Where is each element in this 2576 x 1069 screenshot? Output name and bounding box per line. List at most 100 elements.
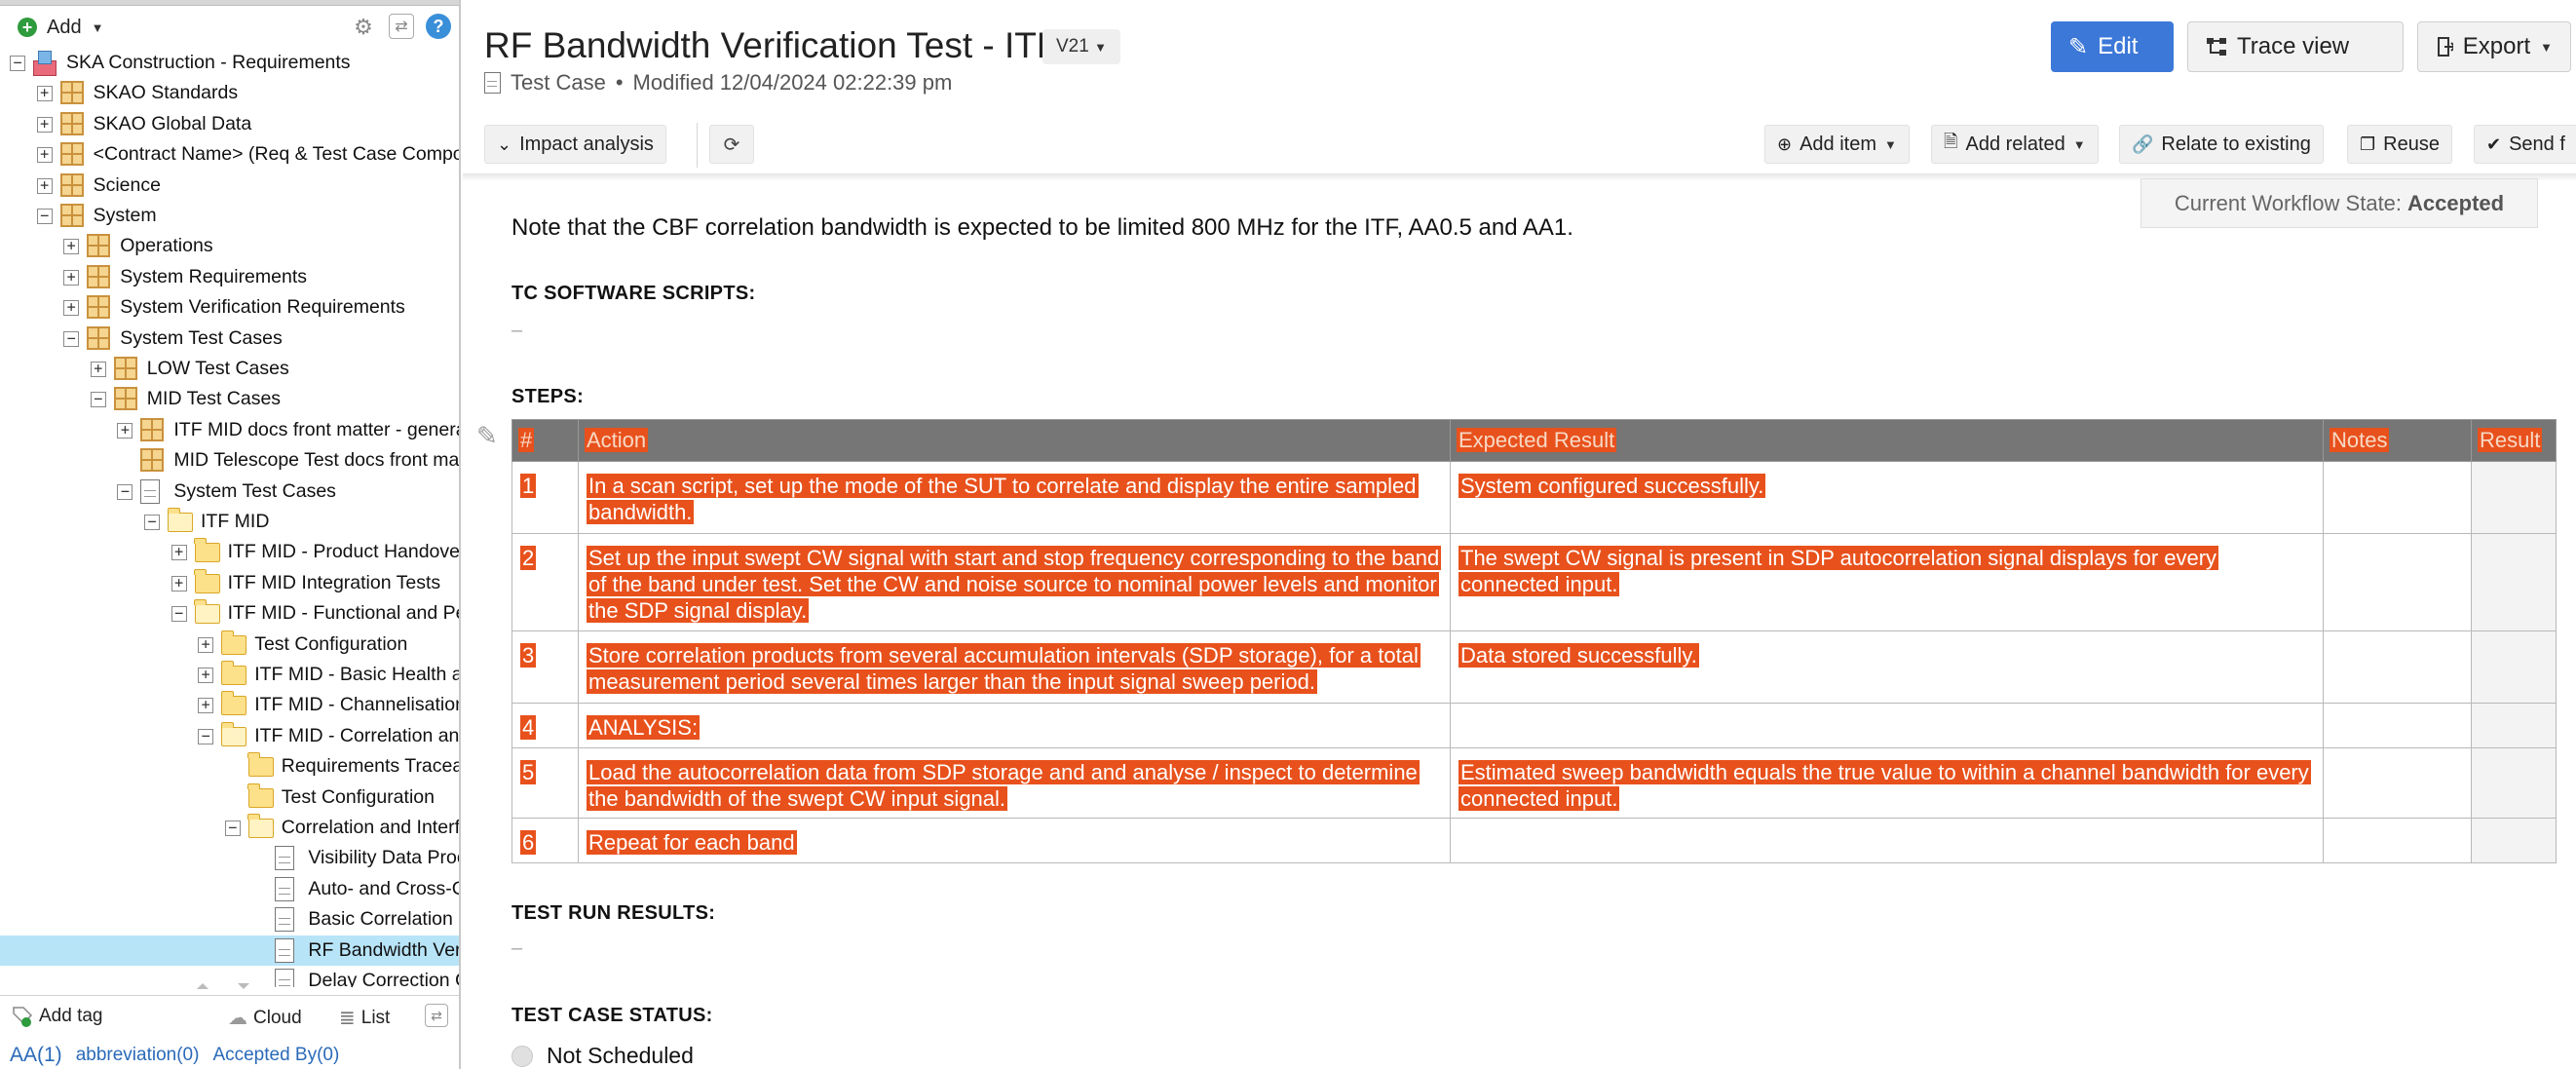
tree-node[interactable]: − Correlation and Interfe <box>0 813 459 843</box>
tree-node[interactable]: + System Verification Requirements <box>0 292 459 323</box>
tag-refresh-button[interactable]: ⇄ <box>425 1004 448 1027</box>
edit-button[interactable]: ✎ Edit <box>2051 21 2174 72</box>
step-number-cell: 4 <box>511 703 579 748</box>
edit-pencil-icon[interactable]: ✎ <box>476 421 498 451</box>
tree-node[interactable]: Basic Correlation & <box>0 904 459 935</box>
tree-node[interactable]: − MID Test Cases <box>0 384 459 414</box>
status-radio[interactable] <box>511 1045 533 1067</box>
tree-node[interactable]: + SKAO Standards <box>0 78 459 108</box>
tree-node[interactable]: + Test Configuration <box>0 630 459 660</box>
add-button[interactable]: + Add ▼ <box>18 17 103 39</box>
refresh-button[interactable]: ⟳ <box>709 125 754 164</box>
tag-abbreviation[interactable]: abbreviation(0) <box>76 1045 200 1066</box>
send-button[interactable]: ✔ Send f <box>2474 125 2576 164</box>
expand-icon[interactable]: + <box>36 116 53 133</box>
tree-node[interactable]: Auto- and Cross-C <box>0 874 459 904</box>
expand-icon[interactable]: + <box>36 177 53 194</box>
step-expected-result-cell: System configured successfully. <box>1450 461 2324 534</box>
tree-node[interactable]: − System Test Cases <box>0 324 459 354</box>
tree-node[interactable]: + Science <box>0 171 459 201</box>
tree-node[interactable]: RF Bandwidth Veri <box>0 935 461 966</box>
impact-analysis-button[interactable]: ⌄ Impact analysis <box>484 125 666 164</box>
tree-node-label: RF Bandwidth Veri <box>308 938 461 961</box>
collapse-icon[interactable]: − <box>63 330 80 347</box>
tree-node[interactable]: + ITF MID - Basic Health ar <box>0 660 459 690</box>
sync-icon[interactable]: ⇄ <box>389 14 414 39</box>
tree-node[interactable]: + ITF MID - Product Handover <box>0 537 459 567</box>
collapse-icon[interactable]: − <box>10 56 25 71</box>
tree-node-label: System Test Cases <box>173 479 336 502</box>
tree-node[interactable]: + ITF MID - Channelisation <box>0 690 459 720</box>
relate-existing-button[interactable]: 🔗 Relate to existing <box>2119 125 2324 164</box>
tree-node[interactable]: Test Configuration <box>0 783 459 813</box>
tree-node[interactable]: + Operations <box>0 231 459 261</box>
export-button[interactable]: Export ▼ <box>2417 21 2571 72</box>
tree-node[interactable]: MID Telescope Test docs front matt <box>0 445 459 476</box>
gear-icon[interactable]: ⚙ <box>350 14 377 41</box>
tag-toolbar: Add tag ☁ Cloud ≣ List ⇄ <box>0 995 459 1038</box>
help-icon[interactable]: ? <box>426 14 451 39</box>
caret-down-icon: ▼ <box>91 19 104 35</box>
step-number: 6 <box>520 830 537 855</box>
cloud-view-button[interactable]: ☁ Cloud <box>228 1006 302 1030</box>
step-expected-result: Data stored successfully. <box>1458 643 1699 668</box>
expand-icon[interactable]: + <box>90 362 106 377</box>
tree-node[interactable]: + ITF MID Integration Tests <box>0 568 459 598</box>
collapse-icon[interactable]: − <box>36 209 53 224</box>
expand-icon[interactable]: + <box>198 668 214 683</box>
tree-node[interactable]: Requirements Traceal <box>0 751 461 782</box>
step-number-cell: 1 <box>511 461 579 534</box>
tag-aa[interactable]: AA(1) <box>10 1044 62 1067</box>
tree-node[interactable]: + <Contract Name> (Req & Test Case Compor <box>0 139 459 170</box>
expand-icon[interactable]: + <box>63 300 80 317</box>
tree-node[interactable]: − System <box>0 201 459 231</box>
folder-icon <box>194 538 220 563</box>
trace-view-button[interactable]: Trace view <box>2187 21 2404 72</box>
tree-node[interactable]: − ITF MID - Correlation and <box>0 721 459 751</box>
tree-node[interactable]: + System Requirements <box>0 262 459 292</box>
list-view-button[interactable]: ≣ List <box>339 1006 390 1030</box>
status-heading: TEST CASE STATUS: <box>511 1005 713 1026</box>
expand-icon[interactable]: + <box>198 698 214 714</box>
collapse-icon[interactable]: − <box>90 392 106 408</box>
tree-node[interactable]: − ITF MID - Functional and Pe <box>0 598 459 629</box>
tree-node[interactable]: − System Test Cases <box>0 477 459 507</box>
step-action-cell: Repeat for each band <box>578 818 1451 863</box>
expand-icon[interactable]: + <box>63 269 80 286</box>
add-tag-button[interactable]: Add tag <box>12 1006 103 1027</box>
expand-icon[interactable]: + <box>36 86 53 102</box>
add-related-button[interactable]: 🗎 Add related ▼ <box>1931 125 2099 164</box>
column-header: Action <box>578 419 1451 462</box>
add-item-button[interactable]: ⊕ Add item ▼ <box>1764 125 1910 164</box>
collapse-icon[interactable]: − <box>170 606 187 623</box>
collapse-icon[interactable]: − <box>144 515 160 530</box>
expand-icon[interactable]: + <box>170 545 187 561</box>
expand-icon[interactable]: + <box>170 575 187 592</box>
tree-node[interactable]: + ITF MID docs front matter - genera <box>0 415 459 445</box>
tree-node[interactable]: + SKAO Global Data <box>0 109 459 139</box>
tree-node[interactable]: − SKA Construction - Requirements <box>0 48 459 78</box>
expand-icon[interactable]: + <box>198 636 214 653</box>
reuse-button[interactable]: ❐ Reuse <box>2347 125 2452 164</box>
step-action: ANALYSIS: <box>587 715 701 740</box>
status-option[interactable]: Not Scheduled <box>511 1043 694 1069</box>
version-dropdown[interactable]: V21 ▼ <box>1042 29 1120 64</box>
tree-node[interactable]: Visibility Data Proc <box>0 843 459 873</box>
expand-icon[interactable]: + <box>63 239 80 255</box>
tree-node[interactable]: + LOW Test Cases <box>0 354 459 384</box>
module-icon <box>140 448 165 473</box>
tree-node-label: Requirements Traceal <box>281 755 461 778</box>
tree-node[interactable]: − ITF MID <box>0 507 459 537</box>
scripts-value: – <box>511 320 523 341</box>
step-result-cell <box>2471 630 2557 704</box>
modified-date: Modified 12/04/2024 02:22:39 pm <box>632 70 953 95</box>
folder-open-icon <box>220 721 247 746</box>
collapse-icon[interactable]: − <box>117 483 133 500</box>
tag-accepted-by[interactable]: Accepted By(0) <box>212 1045 339 1066</box>
collapse-icon[interactable]: − <box>198 728 214 744</box>
tree-scroll-indicator[interactable] <box>195 982 263 990</box>
step-action: Store correlation products from several … <box>587 643 1421 694</box>
collapse-icon[interactable]: − <box>224 821 241 836</box>
expand-icon[interactable]: + <box>36 147 53 164</box>
expand-icon[interactable]: + <box>117 422 133 439</box>
